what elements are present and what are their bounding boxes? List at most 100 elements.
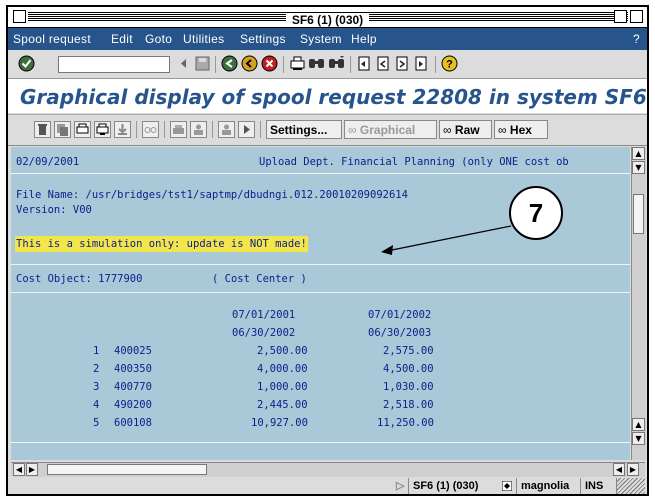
menu-spool-request[interactable]: Spool request: [13, 32, 91, 46]
raw-button-label: Raw: [454, 123, 480, 137]
input-mode: INS: [580, 478, 610, 494]
graphical-button[interactable]: ∞ Graphical: [344, 120, 437, 139]
amount-period2: 2,518.00: [383, 399, 434, 411]
amount-period2: 11,250.00: [377, 417, 434, 429]
play-icon[interactable]: [238, 121, 255, 138]
scroll-down-icon[interactable]: ▼: [632, 161, 645, 174]
toolbar-separator: [164, 121, 165, 138]
account-number: 400025: [114, 345, 152, 357]
menu-utilities[interactable]: Utilities: [183, 32, 224, 46]
session-list-icon[interactable]: [498, 478, 516, 494]
date-line: 02/09/2001: [16, 156, 80, 168]
back-nav-icon[interactable]: [175, 55, 192, 72]
scroll-right-icon[interactable]: ▶: [26, 463, 38, 476]
cost-center-label: ( Cost Center ): [212, 273, 307, 285]
settings-button[interactable]: Settings...: [266, 120, 342, 139]
menu-goto[interactable]: Goto: [145, 32, 172, 46]
settings-button-label: Settings...: [270, 123, 328, 137]
help-icon[interactable]: ?: [441, 55, 458, 72]
attributes-icon[interactable]: [218, 121, 235, 138]
scroll-up-icon[interactable]: ▲: [632, 418, 645, 431]
divider: [11, 173, 630, 174]
scroll-right-icon[interactable]: ▶: [627, 463, 639, 476]
divider: [11, 292, 630, 293]
scroll-left-icon[interactable]: ◀: [13, 463, 25, 476]
row-number: 4: [93, 399, 100, 411]
resize-grip-icon[interactable]: [616, 478, 645, 494]
row-number: 5: [93, 417, 100, 429]
toolbar-separator: [350, 56, 351, 73]
session-info: SF6 (1) (030): [408, 478, 498, 494]
delete-icon[interactable]: [34, 121, 51, 138]
scroll-up-icon[interactable]: ▲: [632, 147, 645, 160]
scroll-left-icon[interactable]: ◀: [613, 463, 625, 476]
zoom-box-icon[interactable]: [614, 10, 627, 23]
application-toolbar: Settings... ∞ Graphical ∞ Raw ∞ Hex: [8, 114, 647, 146]
horizontal-scroll-thumb[interactable]: [47, 464, 207, 475]
command-field[interactable]: [58, 56, 170, 73]
toolbar-separator: [260, 121, 261, 138]
scroll-down-icon[interactable]: ▼: [632, 432, 645, 445]
account-number: 600108: [114, 417, 152, 429]
save-icon[interactable]: [194, 55, 211, 72]
version-line: Version: V00: [16, 204, 92, 216]
report-header: Upload Dept. Financial Planning (only ON…: [259, 156, 569, 168]
amount-period2: 2,575.00: [383, 345, 434, 357]
horizontal-scrollbar[interactable]: ◀ ▶ ◀ ▶: [11, 462, 645, 477]
toolbar-separator: [215, 56, 216, 73]
vertical-scroll-thumb[interactable]: [633, 194, 644, 234]
hex-button-label: Hex: [509, 123, 532, 137]
amount-period2: 4,500.00: [383, 363, 434, 375]
toolbar-separator: [212, 121, 213, 138]
page-title: Graphical display of spool request 22808…: [20, 85, 647, 109]
next-page-icon[interactable]: [394, 55, 411, 72]
sap-window: SF6 (1) (030) Spool request Edit Goto Ut…: [6, 5, 649, 496]
raw-button[interactable]: ∞ Raw: [439, 120, 492, 139]
toolbar-separator: [136, 121, 137, 138]
menu-system[interactable]: System: [300, 32, 342, 46]
period2-to: 06/30/2003: [368, 327, 432, 339]
status-expand-icon[interactable]: ▷: [392, 478, 408, 494]
account-number: 400770: [114, 381, 152, 393]
user-icon[interactable]: [190, 121, 207, 138]
menu-edit[interactable]: Edit: [111, 32, 133, 46]
download-icon[interactable]: [114, 121, 131, 138]
first-page-icon[interactable]: [356, 55, 373, 72]
account-number: 400350: [114, 363, 152, 375]
menu-bar: Spool request Edit Goto Utilities Settin…: [8, 28, 647, 50]
amount-period2: 1,030.00: [383, 381, 434, 393]
print-document-icon[interactable]: [74, 121, 91, 138]
row-number: 3: [93, 381, 100, 393]
menu-help[interactable]: Help: [351, 32, 377, 46]
last-page-icon[interactable]: [413, 55, 430, 72]
divider: [11, 442, 630, 443]
collapse-box-icon[interactable]: [630, 10, 643, 23]
period1-from: 07/01/2001: [232, 309, 296, 321]
cancel-icon[interactable]: [261, 55, 278, 72]
find-icon[interactable]: [308, 55, 325, 72]
glasses-icon[interactable]: [142, 121, 159, 138]
menu-settings[interactable]: Settings: [240, 32, 286, 46]
amount-period1: 4,000.00: [257, 363, 308, 375]
print-preview-icon[interactable]: [94, 121, 111, 138]
find-next-icon[interactable]: [328, 55, 345, 72]
row-number: 1: [93, 345, 100, 357]
period2-from: 07/01/2002: [368, 309, 432, 321]
previous-page-icon[interactable]: [375, 55, 392, 72]
enter-icon[interactable]: [18, 55, 35, 72]
server-name: magnolia: [516, 478, 580, 494]
print-icon[interactable]: [289, 55, 306, 72]
amount-period1: 1,000.00: [257, 381, 308, 393]
help-mark[interactable]: ?: [633, 32, 640, 46]
row-number: 2: [93, 363, 100, 375]
back-icon[interactable]: [221, 55, 238, 72]
output-icon[interactable]: [170, 121, 187, 138]
vertical-scrollbar[interactable]: ▲ ▼ ▲ ▼: [631, 147, 646, 460]
toolbar-separator: [283, 56, 284, 73]
exit-icon[interactable]: [241, 55, 258, 72]
window-titlebar: SF6 (1) (030): [8, 7, 647, 28]
period1-to: 06/30/2002: [232, 327, 296, 339]
copy-icon[interactable]: [54, 121, 71, 138]
hex-button[interactable]: ∞ Hex: [494, 120, 548, 139]
cost-object-line: Cost Object: 1777900: [16, 273, 143, 285]
